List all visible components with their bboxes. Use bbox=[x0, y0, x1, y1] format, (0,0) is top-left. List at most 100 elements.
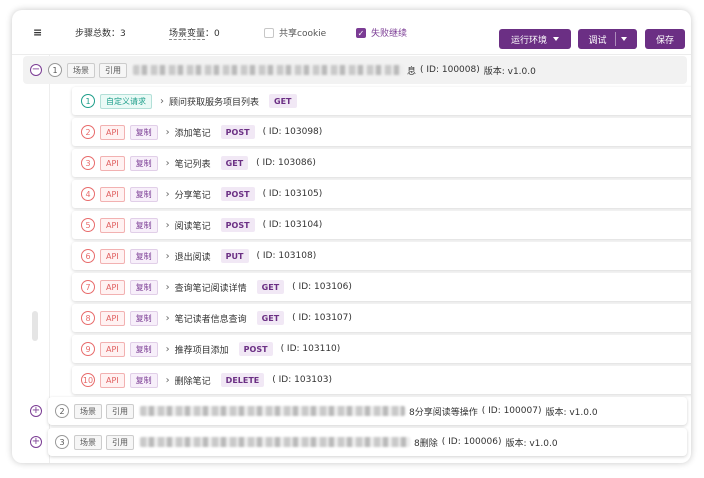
expand-icon[interactable]: + bbox=[30, 405, 42, 417]
scenario-header[interactable]: 2 场景 引用 8分享阅读等操作 ( ID: 100007) 版本: v1.0.… bbox=[48, 397, 687, 425]
scenario-row[interactable]: + 3 场景 引用 8删除 ( ID: 100006) 版本: v1.0.0 bbox=[12, 428, 691, 456]
step-id: ( ID: 103086) bbox=[256, 158, 316, 168]
step-row[interactable]: 3 API 复制 › 笔记列表 GET ( ID: 103086) bbox=[72, 149, 691, 177]
save-button[interactable]: 保存 bbox=[645, 29, 685, 49]
step-row[interactable]: 5 API 复制 › 阅读笔记 POST ( ID: 103104) bbox=[72, 211, 691, 239]
step-index: 10 bbox=[81, 373, 95, 387]
copy-tag: 复制 bbox=[129, 279, 158, 295]
blurred-scenario-name bbox=[140, 406, 405, 416]
step-name: 分享笔记 bbox=[174, 190, 211, 201]
http-method: POST bbox=[220, 187, 255, 201]
collapse-icon[interactable]: − bbox=[30, 64, 42, 76]
step-name: 推荐项目添加 bbox=[174, 345, 229, 356]
scene-variables-label[interactable]: 场景变量 bbox=[169, 26, 206, 40]
step-id: ( ID: 103110) bbox=[280, 344, 341, 354]
scenario-name-tail: 8分享阅读等操作 bbox=[409, 407, 478, 418]
step-index: 3 bbox=[81, 156, 95, 170]
step-row[interactable]: 8 API 复制 › 笔记读者信息查询 GET ( ID: 103107) bbox=[72, 304, 691, 332]
chevron-right-icon[interactable]: › bbox=[166, 220, 170, 231]
step-row[interactable]: 1 自定义请求 › 顾问获取服务项目列表 GET bbox=[72, 87, 691, 115]
http-method: GET bbox=[269, 94, 297, 108]
copy-tag: 复制 bbox=[129, 186, 158, 202]
scenario-version: 版本: v1.0.0 bbox=[505, 438, 558, 449]
checkbox-unchecked-icon[interactable] bbox=[264, 27, 274, 38]
chevron-right-icon[interactable]: › bbox=[166, 189, 170, 200]
scenario-header[interactable]: 1 场景 引用 息 ( ID: 100008) 版本: v1.0.0 bbox=[23, 56, 687, 84]
fail-continue-label: 失败继续 bbox=[371, 29, 408, 39]
debug-button[interactable]: 调试 bbox=[578, 29, 637, 49]
chevron-right-icon[interactable]: › bbox=[166, 313, 170, 324]
step-index: 9 bbox=[81, 342, 95, 356]
api-tag: API bbox=[100, 155, 125, 171]
api-tag: API bbox=[100, 372, 125, 388]
step-name: 添加笔记 bbox=[174, 128, 211, 139]
step-row[interactable]: 9 API 复制 › 推荐项目添加 POST ( ID: 103110) bbox=[72, 335, 691, 363]
http-method: GET bbox=[256, 280, 285, 294]
copy-tag: 复制 bbox=[129, 155, 158, 171]
scenario-index: 3 bbox=[55, 435, 69, 449]
scene-variables[interactable]: 场景变量 ：0 bbox=[169, 10, 220, 55]
step-row[interactable]: 6 API 复制 › 退出阅读 PUT ( ID: 103108) bbox=[72, 242, 691, 270]
resize-handle[interactable] bbox=[32, 311, 38, 341]
chevron-right-icon[interactable]: › bbox=[166, 251, 170, 262]
step-id: ( ID: 103107) bbox=[292, 313, 352, 323]
blurred-scenario-name bbox=[133, 65, 403, 75]
reference-tag: 引用 bbox=[99, 62, 127, 78]
debug-label: 调试 bbox=[588, 35, 607, 46]
http-method: PUT bbox=[220, 249, 249, 263]
step-row[interactable]: 7 API 复制 › 查询笔记阅读详情 GET ( ID: 103106) bbox=[72, 273, 691, 301]
scenario-row[interactable]: 1 场景 引用 息 ( ID: 100008) 版本: v1.0.0 − bbox=[12, 56, 691, 84]
step-index: 5 bbox=[81, 218, 95, 232]
step-name: 删除笔记 bbox=[174, 376, 211, 387]
step-count: 步骤总数：3 bbox=[75, 29, 126, 39]
copy-tag: 复制 bbox=[129, 217, 158, 233]
scenario-header[interactable]: 3 场景 引用 8删除 ( ID: 100006) 版本: v1.0.0 bbox=[48, 428, 687, 456]
reference-tag: 引用 bbox=[106, 434, 134, 450]
checkbox-checked-icon[interactable]: ✓ bbox=[356, 27, 366, 38]
chevron-right-icon[interactable]: › bbox=[160, 96, 164, 107]
step-row[interactable]: 4 API 复制 › 分享笔记 POST ( ID: 103105) bbox=[72, 180, 691, 208]
scenario-version: 版本: v1.0.0 bbox=[545, 407, 598, 418]
http-method: DELETE bbox=[220, 373, 265, 387]
scenario-index: 2 bbox=[55, 404, 69, 418]
share-cookie-checkbox[interactable]: 共享cookie bbox=[264, 10, 326, 55]
step-index: 2 bbox=[81, 125, 95, 139]
step-id: ( ID: 103108) bbox=[256, 251, 317, 261]
scenario-name-tail: 8删除 bbox=[414, 438, 438, 449]
http-method: POST bbox=[220, 125, 255, 139]
step-id: ( ID: 103104) bbox=[262, 220, 323, 230]
step-index: 4 bbox=[81, 187, 95, 201]
chevron-right-icon[interactable]: › bbox=[166, 282, 170, 293]
scenario-version: 版本: v1.0.0 bbox=[483, 66, 536, 77]
copy-tag: 复制 bbox=[129, 124, 158, 140]
chevron-right-icon[interactable]: › bbox=[166, 375, 170, 386]
debug-dropdown-icon[interactable] bbox=[620, 37, 627, 41]
menu-icon[interactable]: ≡ bbox=[33, 10, 42, 55]
share-cookie-label: 共享cookie bbox=[279, 29, 327, 39]
custom-request-tag: 自定义请求 bbox=[100, 93, 152, 109]
scenario-row[interactable]: + 2 场景 引用 8分享阅读等操作 ( ID: 100007) 版本: v1.… bbox=[12, 397, 691, 425]
step-index: 1 bbox=[81, 94, 95, 108]
http-method: POST bbox=[238, 342, 273, 356]
copy-tag: 复制 bbox=[129, 372, 158, 388]
http-method: GET bbox=[256, 311, 285, 325]
step-row[interactable]: 10 API 复制 › 删除笔记 DELETE ( ID: 103103) bbox=[72, 366, 691, 394]
chevron-right-icon[interactable]: › bbox=[166, 344, 170, 355]
step-name: 顾问获取服务项目列表 bbox=[169, 97, 260, 108]
run-environment-button[interactable]: 运行环境 bbox=[499, 29, 571, 49]
step-id: ( ID: 103098) bbox=[262, 127, 323, 137]
scenario-name-tail: 息 bbox=[407, 66, 417, 77]
scenario-id: ( ID: 100008) bbox=[420, 65, 480, 75]
reference-tag: 引用 bbox=[106, 403, 134, 419]
step-name: 退出阅读 bbox=[174, 252, 211, 263]
caret-down-icon bbox=[553, 37, 559, 41]
step-row[interactable]: 2 API 复制 › 添加笔记 POST ( ID: 103098) bbox=[72, 118, 691, 146]
copy-tag: 复制 bbox=[129, 310, 158, 326]
debug-divider bbox=[614, 32, 616, 46]
fail-continue-checkbox[interactable]: ✓ 失败继续 bbox=[356, 10, 407, 55]
scenario-id: ( ID: 100007) bbox=[481, 406, 542, 416]
chevron-right-icon[interactable]: › bbox=[166, 158, 170, 169]
chevron-right-icon[interactable]: › bbox=[166, 127, 170, 138]
step-id: ( ID: 103106) bbox=[292, 282, 352, 292]
expand-icon[interactable]: + bbox=[30, 436, 42, 448]
